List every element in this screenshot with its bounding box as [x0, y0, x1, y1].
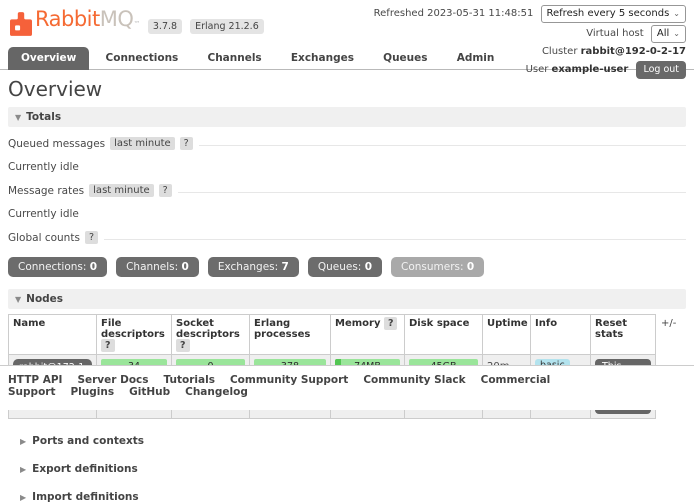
help-icon[interactable]: ?	[101, 339, 115, 352]
message-rates-range-tag[interactable]: last minute	[89, 184, 153, 197]
footer-link-server-docs[interactable]: Server Docs	[77, 374, 148, 386]
nodes-section-header[interactable]: ▼Nodes	[8, 289, 686, 309]
user-label: User	[526, 64, 549, 75]
export-definitions-section[interactable]: ▶Export definitions	[20, 463, 686, 475]
message-rates-label: Message rates	[8, 185, 84, 197]
footer-link-community-support[interactable]: Community Support	[230, 374, 348, 386]
footer-link-tutorials[interactable]: Tutorials	[164, 374, 215, 386]
rabbitmq-version-badge: 3.7.8	[148, 19, 182, 34]
consumers-count-badge: Consumers: 0	[391, 257, 484, 277]
erlang-version-badge: Erlang 21.2.6	[190, 19, 264, 34]
queued-messages-row: Queued messages last minute ?	[8, 137, 686, 150]
column-selector-toggle[interactable]: +/-	[661, 318, 676, 329]
global-counts-row: Global counts ?	[8, 231, 686, 244]
cluster-label: Cluster	[542, 46, 578, 57]
divider	[178, 192, 686, 193]
refresh-interval-select[interactable]: Refresh every 5 seconds⌄	[541, 5, 687, 23]
help-icon[interactable]: ?	[180, 137, 193, 150]
col-name: Name	[9, 315, 97, 355]
virtual-host-label: Virtual host	[586, 28, 643, 39]
import-definitions-section[interactable]: ▶Import definitions	[20, 491, 686, 503]
global-counts-badges: Connections: 0 Channels: 0 Exchanges: 7 …	[8, 257, 686, 277]
col-file-descriptors: File descriptors ?	[97, 315, 172, 355]
tab-channels[interactable]: Channels	[195, 47, 275, 70]
help-icon[interactable]: ?	[85, 231, 98, 244]
divider	[199, 145, 686, 146]
main-content: Overview ▼Totals Queued messages last mi…	[0, 77, 694, 503]
col-memory: Memory ?	[331, 315, 405, 355]
footer-link-community-slack[interactable]: Community Slack	[363, 374, 465, 386]
col-uptime: Uptime	[483, 315, 531, 355]
logo[interactable]: RabbitMQ™ 3.7.8 Erlang 21.2.6	[10, 7, 264, 36]
queued-messages-range-tag[interactable]: last minute	[110, 137, 174, 150]
tab-overview[interactable]: Overview	[8, 47, 89, 70]
table-header-row: Name File descriptors ? Socket descripto…	[9, 315, 656, 355]
exchanges-count-badge: Exchanges: 7	[208, 257, 299, 277]
channels-count-badge: Channels: 0	[116, 257, 199, 277]
logout-button[interactable]: Log out	[636, 61, 686, 79]
help-icon[interactable]: ?	[176, 339, 190, 352]
chevron-down-icon: ⌄	[673, 9, 680, 18]
help-icon[interactable]: ?	[384, 317, 398, 330]
rabbitmq-logo-icon	[10, 12, 32, 36]
tab-exchanges[interactable]: Exchanges	[278, 47, 367, 70]
col-info: Info	[531, 315, 591, 355]
footer-link-github[interactable]: GitHub	[129, 386, 170, 398]
message-rates-row: Message rates last minute ?	[8, 184, 686, 197]
col-reset-stats: Reset stats	[591, 315, 656, 355]
brand-text: RabbitMQ™	[35, 7, 140, 36]
trademark-symbol: ™	[133, 20, 140, 28]
header: RabbitMQ™ 3.7.8 Erlang 21.2.6 Refreshed …	[0, 0, 694, 70]
connections-count-badge: Connections: 0	[8, 257, 107, 277]
brand-rabbit: Rabbit	[35, 7, 100, 31]
virtual-host-select[interactable]: All⌄	[651, 25, 686, 43]
triangle-right-icon: ▶	[20, 465, 26, 474]
col-disk-space: Disk space	[405, 315, 483, 355]
divider	[104, 239, 686, 240]
refreshed-timestamp: Refreshed 2023-05-31 11:48:51	[374, 8, 534, 19]
rates-idle-text: Currently idle	[8, 208, 686, 220]
triangle-down-icon: ▼	[15, 113, 21, 122]
footer-link-plugins[interactable]: Plugins	[70, 386, 114, 398]
triangle-right-icon: ▶	[20, 493, 26, 502]
user-name: example-user	[552, 64, 629, 75]
footer-link-changelog[interactable]: Changelog	[185, 386, 248, 398]
header-right: Refreshed 2023-05-31 11:48:51 Refresh ev…	[374, 5, 686, 81]
queued-messages-label: Queued messages	[8, 138, 105, 150]
global-counts-label: Global counts	[8, 232, 80, 244]
help-icon[interactable]: ?	[159, 184, 172, 197]
col-socket-descriptors: Socket descriptors ?	[172, 315, 250, 355]
cluster-name: rabbit@192-0-2-17	[581, 46, 686, 57]
footer-link-http-api[interactable]: HTTP API	[8, 374, 62, 386]
footer: HTTP API Server Docs Tutorials Community Su…	[0, 365, 694, 410]
col-erlang-processes: Erlang processes	[250, 315, 331, 355]
queued-idle-text: Currently idle	[8, 161, 686, 173]
triangle-down-icon: ▼	[15, 295, 21, 304]
totals-section-header[interactable]: ▼Totals	[8, 107, 686, 127]
tab-connections[interactable]: Connections	[93, 47, 192, 70]
ports-and-contexts-section[interactable]: ▶Ports and contexts	[20, 435, 686, 447]
triangle-right-icon: ▶	[20, 437, 26, 446]
brand-mq: MQ	[100, 7, 134, 31]
queues-count-badge: Queues: 0	[308, 257, 382, 277]
chevron-down-icon: ⌄	[673, 29, 680, 38]
